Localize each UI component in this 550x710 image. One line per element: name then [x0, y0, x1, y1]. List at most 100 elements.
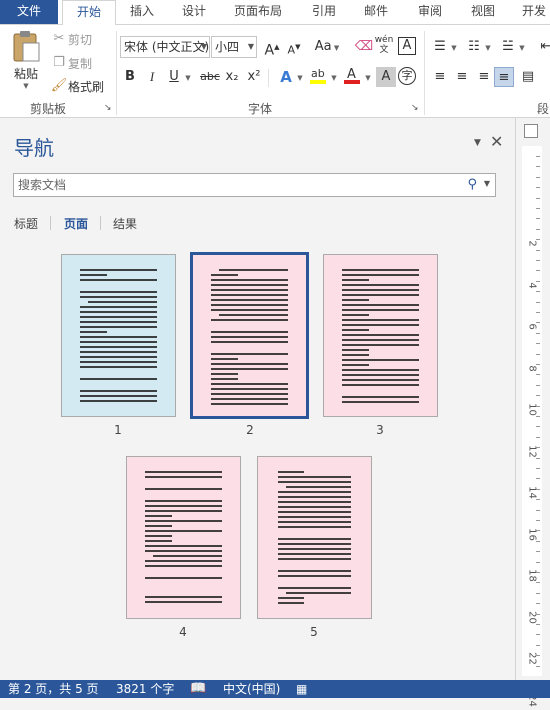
- word-count-status[interactable]: 3821 个字: [116, 680, 174, 698]
- paste-button[interactable]: 粘贴 ▼: [8, 29, 44, 93]
- align-right-icon[interactable]: ≡: [474, 67, 494, 87]
- tab-review[interactable]: 审阅: [408, 0, 452, 24]
- search-options-icon[interactable]: ▼: [484, 179, 490, 188]
- thumbnail-text-line: [145, 488, 222, 490]
- ruler-tick: [536, 405, 540, 407]
- page-thumbnail[interactable]: [126, 456, 241, 619]
- tab-page-layout[interactable]: 页面布局: [228, 0, 288, 24]
- character-shading-icon[interactable]: A: [376, 67, 396, 87]
- phonetic-guide-button[interactable]: wén 文: [374, 35, 394, 55]
- align-center-icon[interactable]: ≡: [452, 67, 472, 87]
- justify-icon[interactable]: ≡: [494, 67, 514, 87]
- search-input[interactable]: [14, 174, 454, 196]
- align-left-icon[interactable]: ≡: [430, 67, 450, 87]
- bold-button[interactable]: B: [120, 67, 140, 87]
- numbering-icon[interactable]: ☷: [464, 37, 484, 57]
- macro-recording-icon[interactable]: ▦: [296, 680, 307, 698]
- thumbnail-text-line: [211, 363, 288, 365]
- page-number: 4: [179, 625, 187, 639]
- ruler-toggle-icon[interactable]: [524, 124, 538, 138]
- ruler-tick: [536, 561, 540, 563]
- thumbnail-text-line: [278, 491, 351, 493]
- tab-mailings[interactable]: 邮件: [354, 0, 398, 24]
- thumbnail-text-line: [145, 596, 222, 598]
- thumbnail-text-line: [342, 269, 419, 271]
- text-effects-dropdown-icon[interactable]: ▼: [294, 67, 306, 87]
- tab-view[interactable]: 视图: [461, 0, 505, 24]
- italic-button[interactable]: I: [142, 67, 162, 87]
- highlight-dropdown-icon[interactable]: ▼: [328, 67, 340, 87]
- ruler-tick: [536, 176, 540, 178]
- scissors-icon: ✂: [53, 31, 65, 46]
- paste-label: 粘贴: [13, 67, 38, 81]
- thumbnail-text-line: [342, 329, 369, 331]
- thumbnail-text-line: [278, 538, 351, 540]
- subscript-button[interactable]: x₂: [222, 67, 242, 87]
- thumbnail-text-line: [80, 291, 157, 293]
- thumbnail-text-line: [145, 535, 172, 537]
- text-effects-icon[interactable]: A: [276, 67, 296, 87]
- ruler-tick: [536, 218, 540, 220]
- change-case-button[interactable]: Aa ▼: [312, 37, 342, 57]
- character-border-icon[interactable]: A: [398, 37, 416, 55]
- tab-headings[interactable]: 标题: [14, 215, 38, 232]
- clear-formatting-icon[interactable]: ⌫: [354, 37, 374, 57]
- thumbnail-text-line: [145, 505, 222, 507]
- font-color-dropdown-icon[interactable]: ▼: [362, 67, 374, 87]
- page-thumbnail[interactable]: [323, 254, 438, 417]
- thumbnail-text-line: [278, 570, 351, 572]
- clipboard-launcher-icon[interactable]: ↘: [104, 103, 112, 113]
- copy-button[interactable]: ❐ 复制: [50, 54, 92, 72]
- font-launcher-icon[interactable]: ↘: [411, 103, 419, 113]
- thumbnail-text-line: [278, 587, 351, 589]
- highlight-icon[interactable]: ab: [308, 65, 328, 85]
- close-icon[interactable]: ✕: [490, 132, 503, 151]
- bullets-icon[interactable]: ☰: [430, 37, 450, 57]
- thumbnail-text-line: [278, 476, 351, 478]
- tab-design[interactable]: 设计: [172, 0, 216, 24]
- tab-pages[interactable]: 页面: [64, 215, 88, 232]
- tab-insert[interactable]: 插入: [120, 0, 164, 24]
- ruler-tick: [536, 249, 540, 251]
- decrease-indent-icon[interactable]: ⇤: [536, 37, 550, 57]
- multilevel-list-icon[interactable]: ☱: [498, 37, 518, 57]
- pane-options-icon[interactable]: ▼: [474, 138, 481, 148]
- search-icon[interactable]: ⚲: [467, 177, 477, 192]
- distributed-icon[interactable]: ▤: [518, 67, 538, 87]
- shrink-font-button[interactable]: A▼: [284, 37, 304, 57]
- language-status[interactable]: 中文(中国): [223, 680, 280, 698]
- thumbnail-text-line: [219, 269, 288, 271]
- font-name-combo[interactable]: 宋体 (中文正文) ▼: [120, 36, 210, 58]
- tab-home[interactable]: 开始: [62, 0, 116, 25]
- underline-dropdown-icon[interactable]: ▼: [182, 67, 194, 87]
- proofing-icon[interactable]: 📖: [190, 680, 206, 698]
- numbering-dropdown-icon[interactable]: ▼: [482, 37, 494, 57]
- superscript-button[interactable]: x²: [244, 67, 264, 87]
- page-count-status[interactable]: 第 2 页，共 5 页: [8, 680, 99, 698]
- page-thumbnail[interactable]: [257, 456, 372, 619]
- format-painter-button[interactable]: 🖌 格式刷: [50, 77, 104, 95]
- tab-developer[interactable]: 开发: [514, 0, 550, 24]
- format-painter-label: 格式刷: [68, 79, 105, 94]
- thumbnail-text-line: [342, 349, 369, 351]
- tab-file[interactable]: 文件: [0, 0, 58, 24]
- underline-button[interactable]: U: [164, 67, 184, 87]
- thumbnail-text-line: [80, 296, 157, 298]
- font-size-combo[interactable]: 小四 ▼: [211, 36, 257, 58]
- page-thumbnail[interactable]: [61, 254, 176, 417]
- font-color-icon[interactable]: A: [342, 65, 362, 85]
- thumbnail-text-line: [342, 344, 419, 346]
- tab-references[interactable]: 引用: [302, 0, 346, 24]
- bullets-dropdown-icon[interactable]: ▼: [448, 37, 460, 57]
- enclose-character-icon[interactable]: 字: [398, 67, 416, 85]
- strikethrough-button[interactable]: abc: [198, 67, 222, 87]
- page-thumbnail-selected[interactable]: [190, 252, 309, 419]
- tab-results[interactable]: 结果: [113, 215, 137, 232]
- grow-font-button[interactable]: A▲: [262, 37, 282, 59]
- font-name-value: 宋体 (中文正文): [124, 40, 210, 54]
- multilevel-dropdown-icon[interactable]: ▼: [516, 37, 528, 57]
- ruler-scale: 2 4 6 8 10 12 14 16 18 20 22 24: [522, 146, 542, 706]
- shrink-font-icon: A: [287, 43, 296, 57]
- thumbnail-text-line: [80, 356, 157, 358]
- cut-button[interactable]: ✂ 剪切: [50, 30, 92, 48]
